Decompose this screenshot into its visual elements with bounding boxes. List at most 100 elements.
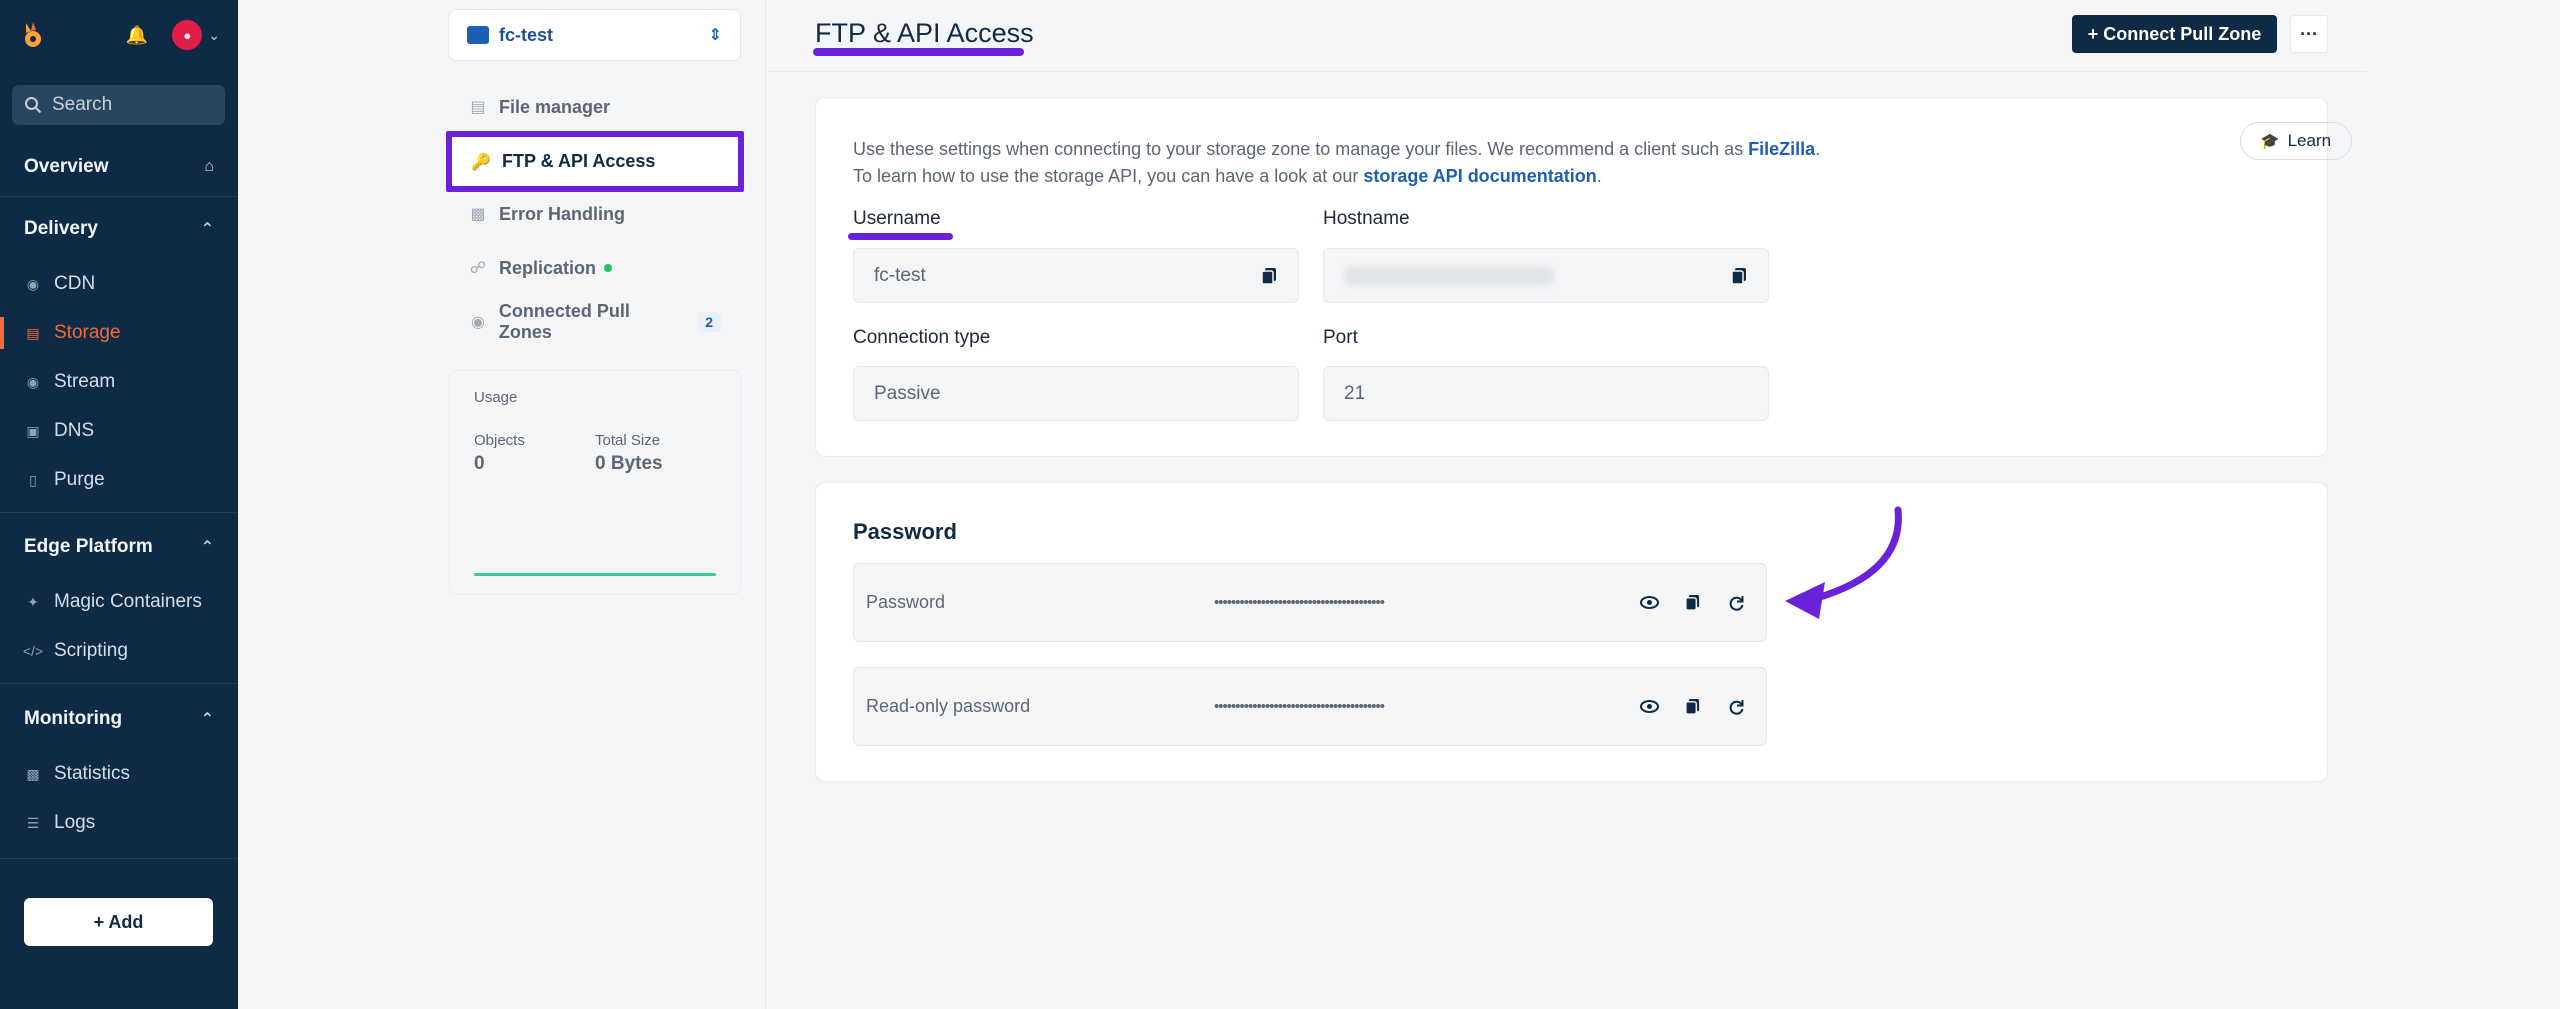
status-dot (604, 264, 613, 272)
main-sidebar: 🔔 ● ⌄ Search Overview ⌂ Delivery ⌃ ◉ CDN… (0, 0, 238, 1009)
sidebar-item-label: CDN (54, 273, 96, 294)
eye-icon[interactable] (1640, 593, 1659, 612)
overview-label: Overview (24, 156, 109, 177)
pin-icon: ◉ (470, 314, 485, 331)
masked-password: •••••••••••••••••••••••••••••••••••••••• (1214, 698, 1385, 715)
title-highlight-underline (813, 48, 1024, 56)
annotation-arrow-icon (1785, 506, 1902, 619)
filezilla-link[interactable]: FileZilla (1748, 139, 1815, 159)
storage-zone-icon (467, 26, 489, 44)
zone-nav-file-manager[interactable]: ▤ File manager (449, 83, 741, 131)
learn-button[interactable]: 🎓 Learn (2240, 122, 2352, 160)
graduation-cap-icon: 🎓 (2260, 133, 2280, 150)
port-label: Port (1323, 327, 1358, 348)
chevron-down-icon[interactable]: ⌄ (208, 27, 220, 44)
sidebar-item-storage[interactable]: ▤ Storage (0, 313, 238, 353)
copy-icon[interactable] (1730, 267, 1748, 285)
read-only-password-label: Read-only password (866, 696, 1031, 716)
list-icon: ☰ (26, 814, 40, 831)
section-monitoring[interactable]: Monitoring ⌃ (0, 698, 238, 740)
page-title: FTP & API Access (815, 18, 1034, 48)
sidebar-item-logs[interactable]: ☰ Logs (0, 803, 238, 843)
total-size-label: Total Size (595, 432, 661, 449)
page-header: FTP & API Access + Connect Pull Zone ··· (767, 0, 2367, 72)
total-size-value: 0 Bytes (595, 453, 663, 474)
sidebar-divider (0, 683, 238, 684)
zone-name: fc-test (499, 24, 554, 45)
sidebar-item-magic-containers[interactable]: ✦ Magic Containers (0, 582, 238, 622)
dns-icon: ▣ (26, 422, 40, 439)
sidebar-divider (0, 196, 238, 197)
connection-type-value: Passive (874, 382, 941, 404)
sidebar-item-scripting[interactable]: </> Scripting (0, 631, 238, 671)
sidebar-item-overview[interactable]: Overview ⌂ (0, 146, 238, 188)
zone-nav-label: Connected Pull Zones (498, 301, 630, 342)
eye-icon[interactable] (1640, 697, 1659, 716)
chevron-up-icon[interactable]: ⌃ (201, 709, 214, 729)
sidebar-item-label: Magic Containers (54, 591, 202, 612)
search-placeholder: Search (52, 94, 113, 115)
username-value: fc-test (874, 264, 926, 286)
notifications-bell-icon[interactable]: 🔔 (126, 25, 148, 46)
password-row: Password •••••••••••••••••••••••••••••••… (853, 563, 1767, 642)
sidebar-item-stream[interactable]: ◉ Stream (0, 362, 238, 402)
bar-chart-icon: ▩ (26, 765, 40, 782)
more-options-button[interactable]: ··· (2290, 15, 2328, 53)
connection-type-label: Connection type (853, 327, 991, 348)
user-avatar[interactable]: ● (172, 20, 203, 50)
zone-nav-error-handling[interactable]: ▩ Error Handling (449, 190, 741, 238)
section-label: Monitoring (24, 708, 123, 729)
main-content: FTP & API Access + Connect Pull Zone ···… (767, 0, 2560, 1009)
port-value: 21 (1344, 382, 1366, 404)
usage-panel: Usage Objects 0 Total Size 0 Bytes (449, 370, 741, 595)
sidebar-item-label: Scripting (54, 640, 128, 661)
desc-text: Use these settings when connecting to yo… (853, 139, 1749, 159)
sidebar-item-label: Statistics (54, 763, 131, 784)
hostname-field[interactable] (1323, 248, 1769, 303)
sidebar-top: 🔔 ● ⌄ (0, 0, 238, 70)
hostname-redacted (1344, 265, 1554, 286)
sidebar-divider (0, 512, 238, 513)
section-edge-platform[interactable]: Edge Platform ⌃ (0, 526, 238, 568)
chevron-up-icon[interactable]: ⌃ (201, 219, 214, 239)
refresh-icon[interactable] (1726, 593, 1745, 612)
refresh-icon[interactable] (1726, 697, 1745, 716)
alert-icon: ▩ (470, 206, 486, 223)
bunny-logo[interactable] (18, 20, 48, 50)
sidebar-item-label: Storage (54, 322, 121, 343)
file-icon: ▤ (470, 99, 486, 116)
chevron-updown-icon: ⇕ (708, 27, 722, 44)
zone-nav-replication[interactable]: ☍ Replication (449, 244, 741, 292)
code-icon: </> (22, 643, 44, 659)
zone-nav-connected-pull-zones[interactable]: ◉ Connected Pull Zones 2 (449, 298, 741, 346)
password-heading: Password (853, 519, 957, 544)
copy-icon[interactable] (1683, 697, 1702, 716)
add-button[interactable]: + Add (24, 898, 213, 946)
sidebar-item-statistics[interactable]: ▩ Statistics (0, 754, 238, 794)
sidebar-item-dns[interactable]: ▣ DNS (0, 411, 238, 451)
section-delivery[interactable]: Delivery ⌃ (0, 208, 238, 250)
section-label: Delivery (24, 218, 98, 239)
sidebar-search[interactable]: Search (12, 85, 225, 125)
sidebar-item-label: Logs (54, 812, 96, 833)
sidebar-item-purge[interactable]: ▯ Purge (0, 460, 238, 500)
search-icon (25, 97, 42, 114)
ftp-settings-card: Use these settings when connecting to yo… (815, 97, 2352, 457)
sidebar-item-label: Purge (54, 469, 105, 490)
storage-api-docs-link[interactable]: storage API documentation (1363, 166, 1596, 186)
zone-selector[interactable]: fc-test ⇕ (448, 9, 741, 61)
zone-nav-label: File manager (499, 96, 611, 117)
read-only-password-row: Read-only password •••••••••••••••••••••… (853, 667, 1767, 746)
usage-sparkline (474, 573, 716, 576)
location-pin-icon: ◉ (26, 275, 40, 292)
username-field[interactable]: fc-test (853, 248, 1299, 303)
copy-icon[interactable] (1683, 593, 1702, 612)
password-label: Password (866, 592, 946, 612)
chevron-up-icon[interactable]: ⌃ (201, 537, 214, 557)
password-card: Password Password ••••••••••••••••••••••… (815, 482, 2328, 782)
connect-pull-zone-button[interactable]: + Connect Pull Zone (2072, 15, 2277, 53)
sidebar-item-cdn[interactable]: ◉ CDN (0, 264, 238, 304)
copy-icon[interactable] (1260, 267, 1278, 285)
zone-nav-ftp-api-access[interactable]: 🔑 FTP & API Access (446, 131, 744, 192)
zone-nav-label: Error Handling (499, 203, 626, 224)
